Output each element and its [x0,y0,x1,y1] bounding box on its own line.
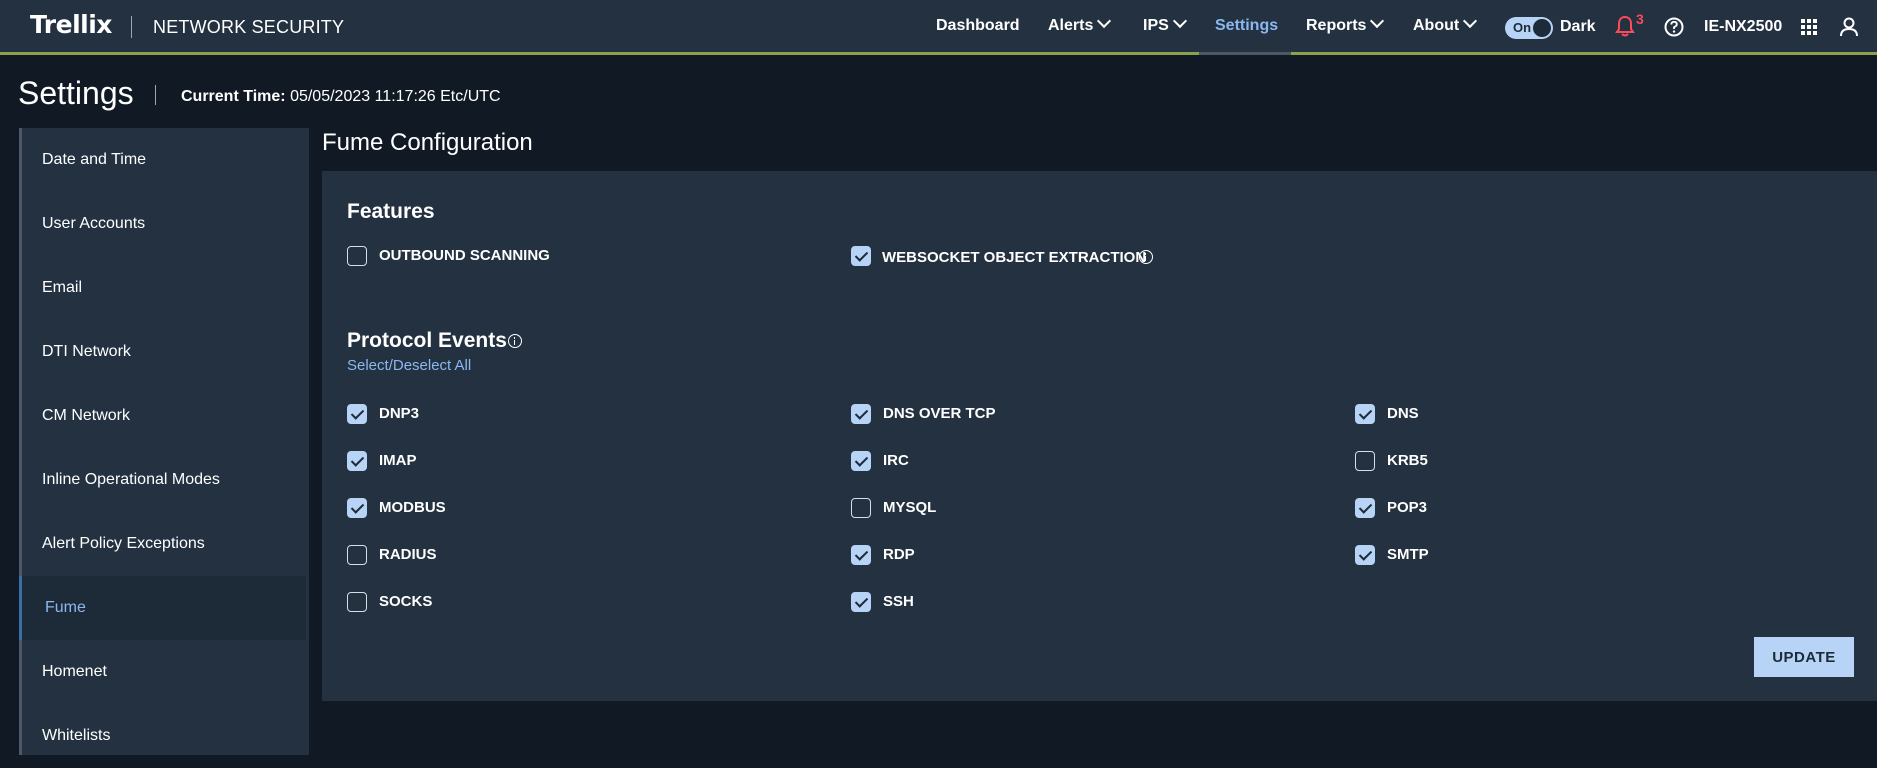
dns-label: DNS [1387,405,1419,422]
nav-about-label: About [1413,17,1460,34]
websocket-extraction-label: WEBSOCKET OBJECT EXTRACTION [882,249,1147,266]
nav-dashboard-label: Dashboard [936,17,1020,34]
sidebar-item-user-accounts[interactable]: User Accounts [22,192,309,256]
imap-label: IMAP [379,452,417,469]
mysql-label: MYSQL [883,499,937,516]
nav-ips[interactable]: IPS [1143,13,1187,35]
nav-reports-label: Reports [1306,17,1367,34]
smtp-label: SMTP [1387,546,1429,563]
device-name[interactable]: IE-NX2500 [1704,18,1782,36]
theme-label: Dark [1560,18,1596,35]
imap-checkbox[interactable] [347,451,367,471]
rdp-checkbox[interactable] [851,545,871,565]
sidebar-item-date-and-time[interactable]: Date and Time [22,128,309,192]
radius-label: RADIUS [379,546,437,563]
nav-settings[interactable]: Settings [1215,17,1278,35]
dns-checkbox[interactable] [1355,404,1375,424]
top-navigation-bar: Trellix NETWORK SECURITY Dashboard Alert… [0,0,1877,55]
nav-reports[interactable]: Reports [1306,13,1385,35]
dnp3-label: DNP3 [379,405,420,422]
active-nav-indicator [1199,52,1291,55]
product-name: NETWORK SECURITY [153,17,345,37]
page-title: Settings [18,75,134,111]
ssh-checkbox[interactable] [851,592,871,612]
rdp-label: RDP [883,546,915,563]
sidebar-item-whitelists[interactable]: Whitelists [22,704,309,768]
section-heading: Fume Configuration [322,129,533,156]
pop3-label: POP3 [1387,499,1428,516]
dns-over-tcp-checkbox[interactable] [851,404,871,424]
smtp-checkbox[interactable] [1355,545,1375,565]
toggle-on-label: On [1513,20,1532,35]
current-time: Current Time: 05/05/2023 11:17:26 Etc/UT… [181,88,501,106]
settings-sidebar: Date and Time User Accounts Email DTI Ne… [19,128,309,755]
info-icon[interactable] [508,334,522,348]
outbound-scanning-label: OUTBOUND SCANNING [379,247,550,264]
notification-count: 3 [1636,11,1644,27]
theme-toggle[interactable]: On [1505,17,1553,39]
sidebar-item-homenet[interactable]: Homenet [22,640,309,704]
nav-about[interactable]: About [1413,13,1478,35]
user-icon[interactable] [1839,16,1859,43]
dns-over-tcp-label: DNS OVER TCP [883,405,996,422]
protocol-events-title: Protocol Events [347,329,507,352]
chevron-down-icon [1172,13,1187,29]
radius-checkbox[interactable] [347,545,367,565]
select-deselect-all-link[interactable]: Select/Deselect All [347,357,471,374]
dnp3-checkbox[interactable] [347,404,367,424]
nav-dashboard[interactable]: Dashboard [936,17,1020,35]
irc-checkbox[interactable] [851,451,871,471]
nav-alerts[interactable]: Alerts [1048,13,1112,35]
chevron-down-icon [1370,13,1385,29]
socks-checkbox[interactable] [347,592,367,612]
info-icon[interactable] [1139,250,1153,264]
modbus-label: MODBUS [379,499,446,516]
sidebar-item-alert-policy-exceptions[interactable]: Alert Policy Exceptions [22,512,309,576]
irc-label: IRC [883,452,909,469]
nav-settings-label: Settings [1215,17,1279,34]
current-time-value: 05/05/2023 11:17:26 Etc/UTC [290,88,501,105]
krb5-label: KRB5 [1387,452,1428,469]
krb5-checkbox[interactable] [1355,451,1375,471]
apps-grid-icon[interactable] [1801,19,1817,40]
bell-icon[interactable] [1615,15,1635,42]
features-title: Features [347,200,435,223]
chevron-down-icon [1463,13,1478,29]
nav-alerts-label: Alerts [1048,17,1094,34]
current-time-label: Current Time: [181,88,286,105]
title-divider [155,85,156,105]
update-button[interactable]: UPDATE [1754,637,1854,677]
help-icon[interactable] [1664,17,1684,42]
mysql-checkbox[interactable] [851,498,871,518]
nav-ips-label: IPS [1143,17,1169,34]
ssh-label: SSH [883,593,914,610]
toggle-knob [1533,19,1551,37]
fume-config-panel: Features OUTBOUND SCANNING WEBSOCKET OBJ… [322,171,1877,701]
sidebar-item-fume[interactable]: Fume [19,576,306,640]
sidebar-item-email[interactable]: Email [22,256,309,320]
sidebar-item-cm-network[interactable]: CM Network [22,384,309,448]
trellix-logo[interactable]: Trellix [30,10,112,39]
socks-label: SOCKS [379,593,433,610]
modbus-checkbox[interactable] [347,498,367,518]
websocket-extraction-checkbox[interactable] [851,246,871,266]
pop3-checkbox[interactable] [1355,498,1375,518]
chevron-down-icon [1097,13,1112,29]
sidebar-item-inline-operational-modes[interactable]: Inline Operational Modes [22,448,309,512]
outbound-scanning-checkbox[interactable] [347,246,367,266]
sidebar-item-dti-network[interactable]: DTI Network [22,320,309,384]
logo-divider [131,16,132,38]
